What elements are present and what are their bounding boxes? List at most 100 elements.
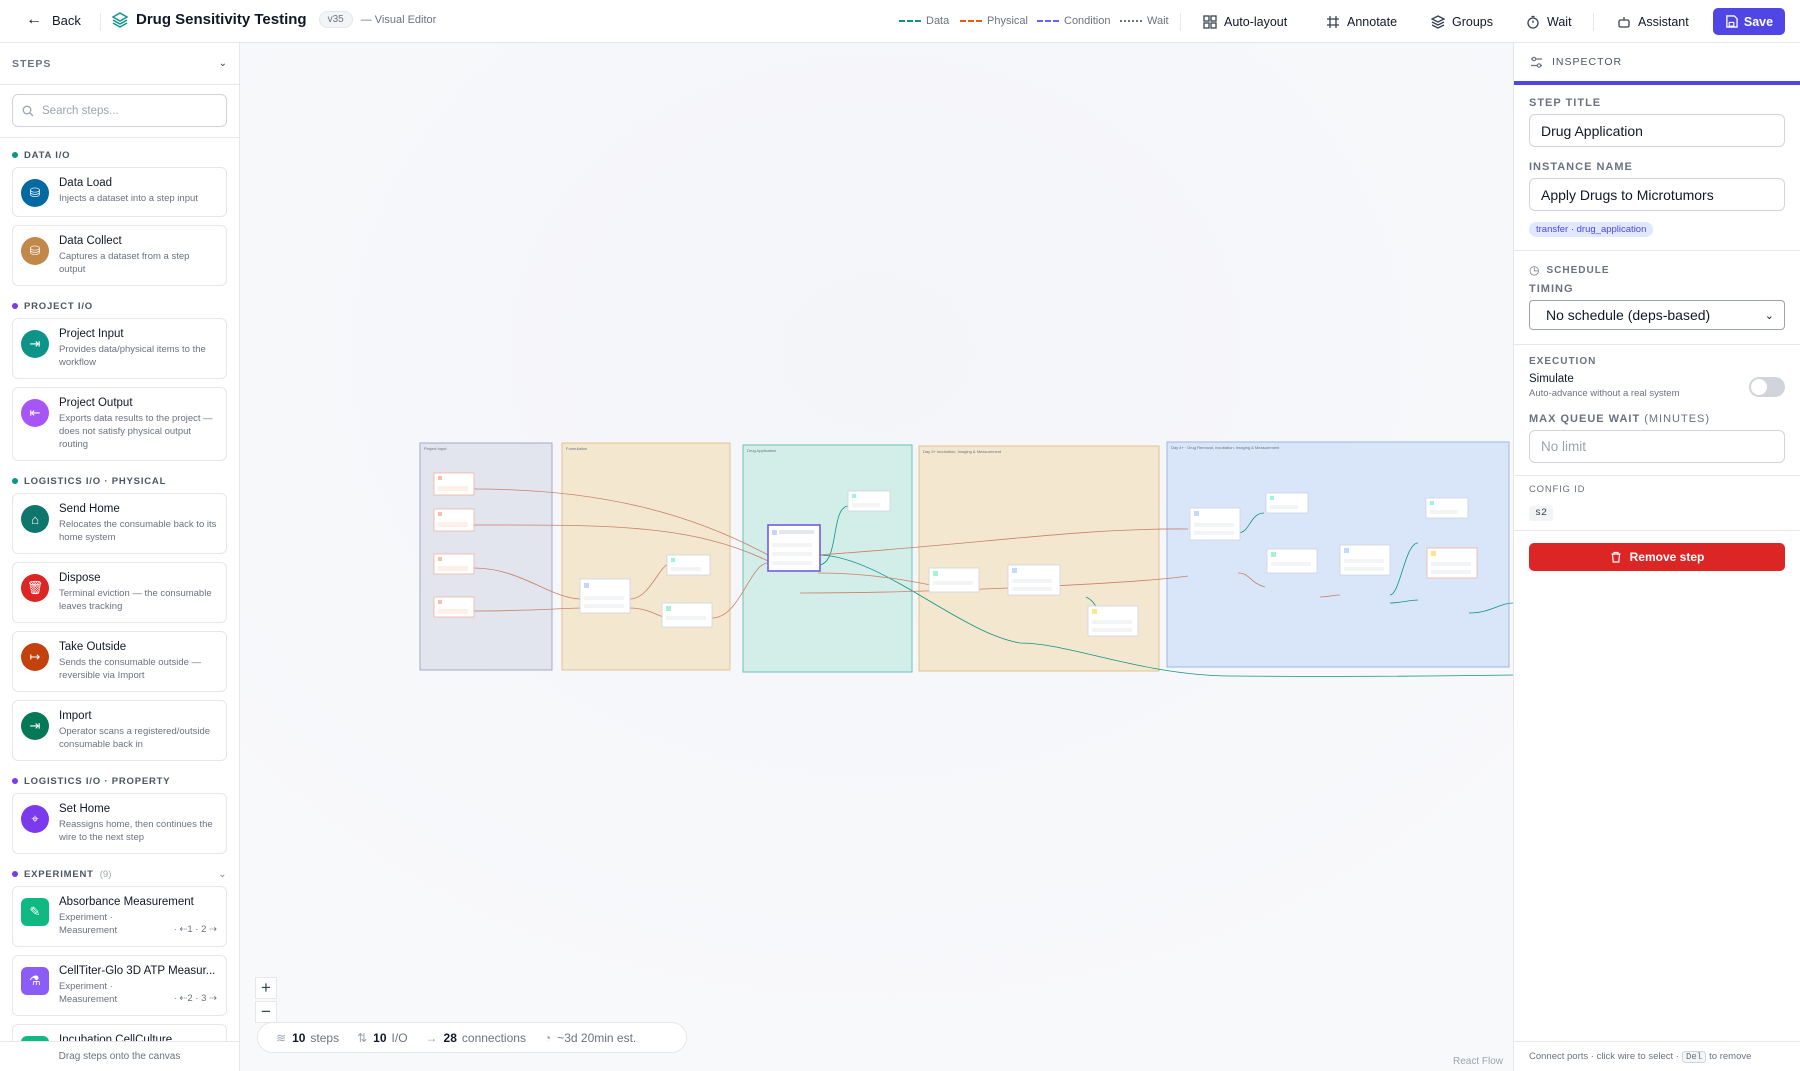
step-card-data-collect[interactable]: ⛁ Data Collect Captures a dataset from a s…: [12, 225, 227, 286]
chevron-down-icon: ⌄: [218, 868, 227, 879]
arrows-updown-icon: ⇅: [357, 1030, 368, 1045]
inspector-title: INSPECTOR: [1552, 56, 1623, 68]
max-queue-wait-input[interactable]: No limit: [1529, 430, 1785, 463]
step-card-description: Injects a dataset into a step input: [59, 193, 198, 204]
exit-icon: ↦: [21, 643, 49, 671]
node-measurement-day3[interactable]: [1087, 605, 1139, 637]
step-title-input[interactable]: Drug Application: [1529, 114, 1785, 147]
auto-layout-label: Auto-layout: [1224, 15, 1288, 29]
flow-diagram[interactable]: Project Input Formulation Drug Applicati…: [240, 43, 1513, 1071]
step-card-name: Data Collect: [59, 235, 122, 247]
node-incubation-day4[interactable]: [1266, 548, 1318, 574]
node-send-home-1[interactable]: [666, 554, 711, 576]
assistant-button[interactable]: Assistant: [1617, 9, 1689, 35]
wait-label: Wait: [1547, 15, 1572, 29]
search-input[interactable]: Search steps...: [12, 94, 227, 127]
clock-icon: ◷: [1529, 263, 1540, 277]
simulate-toggle[interactable]: [1749, 377, 1785, 397]
step-card-data-load[interactable]: ⛁ Data Load Injects a dataset into a step …: [12, 167, 227, 217]
node-import-3[interactable]: [433, 553, 475, 575]
step-card-import[interactable]: ⇥ Import Operator scans a registered/outsi…: [12, 700, 227, 761]
node-apply-drugs-selected[interactable]: [767, 524, 821, 572]
step-card-description: Operator scans a registered/outside cons…: [59, 726, 211, 750]
trash-icon: 🗑: [21, 574, 49, 602]
node-imaging-day3[interactable]: [1007, 564, 1061, 596]
group-label: Day 4+ · Drug Removal, Incubation, Imagi…: [1171, 445, 1280, 450]
section-count: (9): [99, 868, 112, 880]
wait-button[interactable]: Wait: [1526, 9, 1572, 35]
step-card-name: Dispose: [59, 572, 101, 584]
timer-icon: [1527, 15, 1539, 29]
node-send-home-3[interactable]: [1265, 492, 1309, 514]
legend-condition: Condition: [1037, 15, 1110, 27]
step-card-send-home[interactable]: ⌂ Send Home Relocates the consumable back …: [12, 493, 227, 554]
section-dot: [12, 871, 18, 877]
group-label: Day 3+ Incubation, Imaging & Measurement: [923, 449, 1002, 454]
save-button[interactable]: Save: [1713, 8, 1785, 35]
instance-name-input[interactable]: Apply Drugs to Microtumors: [1529, 178, 1785, 211]
assistant-label: Assistant: [1638, 15, 1689, 29]
logout-icon: ⇤: [21, 399, 49, 427]
divider: [1593, 13, 1594, 31]
simulate-description: Auto-advance without a real system: [1529, 388, 1680, 399]
step-card-description: Provides data/physical items to the work…: [59, 344, 206, 368]
step-card-take-outside[interactable]: ↦ Take Outside Sends the consumable outsid…: [12, 631, 227, 692]
robot-icon: [1618, 17, 1630, 28]
step-card-project-input[interactable]: ⇥ Project Input Provides data/physical ite…: [12, 318, 227, 379]
groups-label: Groups: [1452, 15, 1493, 29]
auto-layout-button[interactable]: Auto-layout: [1203, 9, 1287, 35]
chevron-down-icon: ⌄: [1764, 309, 1774, 322]
node-send-home-2[interactable]: [847, 490, 891, 512]
io-stat: ⇅ 10 I/O: [357, 1031, 407, 1045]
zoom-out-button[interactable]: −: [255, 1001, 277, 1023]
footer-hint-end: to remove: [1709, 1051, 1752, 1062]
node-incubation-day3[interactable]: [928, 567, 980, 593]
node-incubation-1[interactable]: [661, 602, 713, 628]
condition-line-swatch: [1037, 20, 1059, 22]
node-import-1[interactable]: [433, 472, 475, 496]
trash-icon: [1611, 551, 1621, 563]
section-header: LOGISTICS I/O · PHYSICAL: [0, 469, 239, 493]
probe-icon: ✎: [21, 898, 49, 926]
wait-line-swatch: [1120, 20, 1142, 22]
group-day3-measurement[interactable]: [918, 445, 1160, 672]
node-imaging-day4[interactable]: [1339, 544, 1391, 576]
section-header[interactable]: EXPERIMENT (9) ⌄: [0, 862, 239, 886]
schedule-label: SCHEDULE: [1546, 264, 1610, 276]
legend-label: Wait: [1147, 15, 1169, 27]
step-card-set-home[interactable]: ⌖ Set Home Reassigns home, then continues …: [12, 793, 227, 854]
section-label: EXPERIMENT: [24, 868, 94, 880]
node-drug-removal[interactable]: [1189, 507, 1241, 541]
timing-select[interactable]: No schedule (deps-based) ⌄: [1529, 300, 1785, 330]
node-dispense-microtumor[interactable]: [579, 578, 631, 614]
step-card-project-output[interactable]: ⇤ Project Output Exports data results to t…: [12, 387, 227, 461]
remove-step-button[interactable]: Remove step: [1529, 543, 1785, 571]
chevron-down-icon[interactable]: ⌄: [219, 58, 227, 69]
step-card-dispose[interactable]: 🗑 Dispose Terminal eviction — the consumab…: [12, 562, 227, 623]
node-send-home-4[interactable]: [1425, 497, 1469, 519]
zoom-in-button[interactable]: +: [255, 977, 277, 999]
step-card-absorbance-measurement[interactable]: ✎ Absorbance Measurement Experiment · Meas…: [12, 886, 227, 947]
steps-stat: ≋ 10 steps: [276, 1031, 339, 1045]
step-palette: DATA I/O ⛁ Data Load Injects a dataset into…: [0, 143, 239, 1071]
step-card-name: CellTiter-Glo 3D ATP Measur...: [59, 965, 216, 977]
groups-button[interactable]: Groups: [1431, 9, 1493, 35]
node-import-2[interactable]: [433, 508, 475, 532]
steps-label: steps: [310, 1030, 340, 1045]
annotate-button[interactable]: Annotate: [1326, 9, 1397, 35]
react-flow-attribution[interactable]: React Flow: [1453, 1056, 1503, 1067]
workflow-canvas[interactable]: Project Input Formulation Drug Applicati…: [240, 43, 1513, 1071]
node-import-4[interactable]: [433, 596, 475, 618]
schedule-header: ◷ SCHEDULE: [1529, 263, 1785, 277]
back-label: Back: [52, 12, 81, 28]
legend-data: Data: [899, 15, 949, 27]
step-card-celltiter-glo-3d-atp-measur[interactable]: ⚗ CellTiter-Glo 3D ATP Measur... Experimen…: [12, 955, 227, 1016]
queue-unit: (MINUTES): [1644, 413, 1711, 425]
connections-count: 28: [443, 1030, 457, 1045]
node-measurement-day4[interactable]: [1426, 547, 1478, 579]
instance-name-label: INSTANCE NAME: [1529, 161, 1633, 173]
inspector-header: INSPECTOR: [1514, 43, 1800, 81]
back-button[interactable]: ← Back: [26, 12, 81, 28]
step-card-name: Project Input: [59, 328, 124, 340]
del-key: Del: [1681, 1050, 1707, 1063]
